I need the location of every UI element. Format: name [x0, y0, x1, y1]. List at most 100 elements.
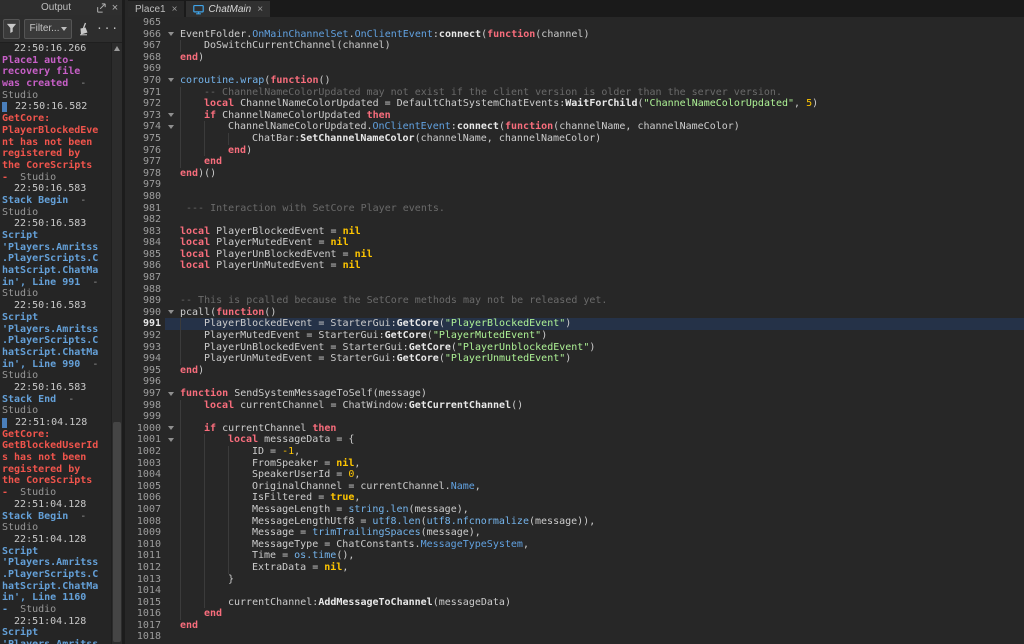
code-line[interactable]: 982 [128, 214, 1024, 226]
code-area[interactable]: 965 966 EventFolder.OnMainChannelSet.OnCli… [128, 17, 1024, 644]
code-line[interactable]: 966 EventFolder.OnMainChannelSet.OnClient… [128, 29, 1024, 41]
log-text: 22:50:16.583 [2, 381, 87, 393]
code-line[interactable]: 980 [128, 191, 1024, 203]
code-line[interactable]: 999 [128, 411, 1024, 423]
code-line[interactable]: 1011 Time = os.time(), [128, 550, 1024, 562]
code-line[interactable]: 997 function SendSystemMessageToSelf(mess… [128, 388, 1024, 400]
code-line[interactable]: 974 ChannelNameColorUpdated.OnClientEvent… [128, 121, 1024, 133]
log-text: Place1 auto- [2, 54, 75, 66]
indent-guide [180, 596, 204, 609]
fold-margin [165, 411, 180, 423]
code-line[interactable]: 981 --- Interaction with SetCore Player … [128, 203, 1024, 215]
log-group-marker[interactable] [2, 102, 7, 113]
indent-guide [204, 132, 228, 145]
code-line[interactable]: 984 local PlayerMutedEvent = nil [128, 237, 1024, 249]
code-line[interactable]: 1015 currentChannel:AddMessageToChannel(m… [128, 596, 1024, 609]
filter-funnel-button[interactable] [3, 18, 21, 39]
code-line[interactable]: 970 coroutine.wrap(function() [128, 75, 1024, 87]
filter-dropdown[interactable]: Filter... [24, 18, 72, 39]
fold-arrow-icon[interactable] [168, 124, 174, 129]
fold-arrow-icon[interactable] [168, 391, 174, 396]
code-line-content: ID = -1, [180, 445, 1024, 458]
code-line[interactable]: 998 local currentChannel = ChatWindow:Get… [128, 399, 1024, 412]
code-line[interactable]: 1012 ExtraData = nil, [128, 561, 1024, 574]
code-line[interactable]: 1004 SpeakerUserId = 0, [128, 469, 1024, 481]
clear-output-button[interactable] [76, 19, 91, 39]
code-line[interactable]: 1005 OriginalChannel = currentChannel.Nam… [128, 480, 1024, 493]
popout-icon[interactable] [94, 2, 108, 14]
output-scrollbar[interactable] [111, 43, 122, 644]
code-line[interactable]: 994 PlayerUnMutedEvent = StarterGui:GetCo… [128, 353, 1024, 365]
code-line[interactable]: 968 end) [128, 52, 1024, 64]
code-text: coroutine.wrap(function() [180, 74, 331, 86]
code-line[interactable]: 972 local ChannelNameColorUpdated = Defau… [128, 98, 1024, 110]
tab-place1[interactable]: Place1 × [128, 1, 185, 17]
close-panel-icon[interactable]: × [108, 2, 122, 14]
code-line[interactable]: 1017 end [128, 620, 1024, 632]
code-line[interactable]: 1018 [128, 631, 1024, 643]
indent-guide [180, 411, 204, 423]
fold-arrow-icon[interactable] [168, 32, 174, 37]
fold-arrow-icon[interactable] [168, 113, 174, 118]
code-line[interactable]: 1010 MessageType = ChatConstants.MessageT… [128, 538, 1024, 551]
code-line[interactable]: 986 local PlayerUnMutedEvent = nil [128, 260, 1024, 272]
code-line[interactable]: 1003 FromSpeaker = nil, [128, 457, 1024, 470]
indent-guide [180, 561, 204, 574]
code-line[interactable]: 973 if ChannelNameColorUpdated then [128, 109, 1024, 122]
scrollbar-thumb[interactable] [113, 422, 121, 642]
code-line[interactable]: 969 [128, 63, 1024, 75]
code-line-content: --- Interaction with SetCore Player even… [180, 203, 1024, 215]
fold-arrow-icon[interactable] [168, 310, 174, 315]
code-line[interactable]: 975 ChatBar:SetChannelNameColor(channelNa… [128, 132, 1024, 145]
tab-chatmain[interactable]: ChatMain × [186, 1, 271, 17]
tab-close-icon[interactable]: × [257, 4, 263, 15]
code-line[interactable]: 965 [128, 17, 1024, 29]
fold-arrow-icon[interactable] [168, 437, 174, 442]
line-number: 1014 [136, 585, 161, 597]
code-line[interactable]: 1014 [128, 585, 1024, 597]
code-line[interactable]: 987 [128, 272, 1024, 284]
log-text: recovery file [2, 66, 81, 78]
log-group-marker[interactable] [2, 418, 7, 428]
code-line[interactable]: 996 [128, 376, 1024, 388]
indent-guide [180, 399, 204, 412]
code-line[interactable]: 976 end) [128, 144, 1024, 157]
more-options-icon[interactable]: ··· [96, 22, 119, 35]
code-line[interactable]: 989 -- This is pcalled because the SetCor… [128, 295, 1024, 307]
code-line[interactable]: 979 [128, 179, 1024, 191]
code-line[interactable]: 971 -- ChannelNameColorUpdated may not ex… [128, 86, 1024, 99]
fold-arrow-icon[interactable] [168, 78, 174, 83]
tab-close-icon[interactable]: × [172, 4, 178, 15]
code-line[interactable]: 977 end [128, 156, 1024, 168]
code-text: MessageLengthUtf8 = utf8.len(utf8.nfcnor… [252, 515, 596, 527]
code-line[interactable]: 983 local PlayerBlockedEvent = nil [128, 226, 1024, 238]
code-line[interactable]: 1000 if currentChannel then [128, 422, 1024, 435]
code-line[interactable]: 1002 ID = -1, [128, 445, 1024, 458]
code-line[interactable]: 1009 Message = trimTrailingSpaces(message… [128, 527, 1024, 539]
code-text: OriginalChannel = currentChannel.Name, [252, 480, 481, 492]
code-line[interactable]: 993 PlayerUnBlockedEvent = StarterGui:Get… [128, 341, 1024, 354]
code-line[interactable]: 1007 MessageLength = string.len(message), [128, 503, 1024, 516]
code-line[interactable]: 978 end)() [128, 168, 1024, 180]
code-line[interactable]: 991 PlayerBlockedEvent = StarterGui:GetCo… [128, 318, 1024, 331]
code-line[interactable]: 995 end) [128, 365, 1024, 377]
code-text: local messageData = { [228, 434, 355, 446]
code-line[interactable]: 988 [128, 284, 1024, 296]
log-text: 22:50:16.583 [2, 300, 87, 312]
code-line[interactable]: 1006 IsFiltered = true, [128, 492, 1024, 504]
code-line[interactable]: 967 DoSwitchCurrentChannel(channel) [128, 40, 1024, 52]
indent-guide [204, 550, 228, 562]
log-row: recovery file [2, 66, 111, 78]
code-line-content [180, 214, 1024, 226]
code-line[interactable]: 1008 MessageLengthUtf8 = utf8.len(utf8.nf… [128, 515, 1024, 528]
code-line[interactable]: 1013} [128, 573, 1024, 586]
code-line[interactable]: 992 PlayerMutedEvent = StarterGui:GetCore… [128, 330, 1024, 342]
code-line-content: PlayerUnMutedEvent = StarterGui:GetCore(… [180, 353, 1024, 365]
fold-arrow-icon[interactable] [168, 426, 174, 431]
code-line[interactable]: 1016 end [128, 608, 1024, 620]
code-line[interactable]: 1001 local messageData = { [128, 434, 1024, 446]
code-line[interactable]: 990 pcall(function() [128, 307, 1024, 319]
code-line[interactable]: 985 local PlayerUnBlockedEvent = nil [128, 249, 1024, 261]
line-number: 1017 [136, 619, 161, 631]
scroll-up-icon[interactable] [114, 46, 120, 51]
